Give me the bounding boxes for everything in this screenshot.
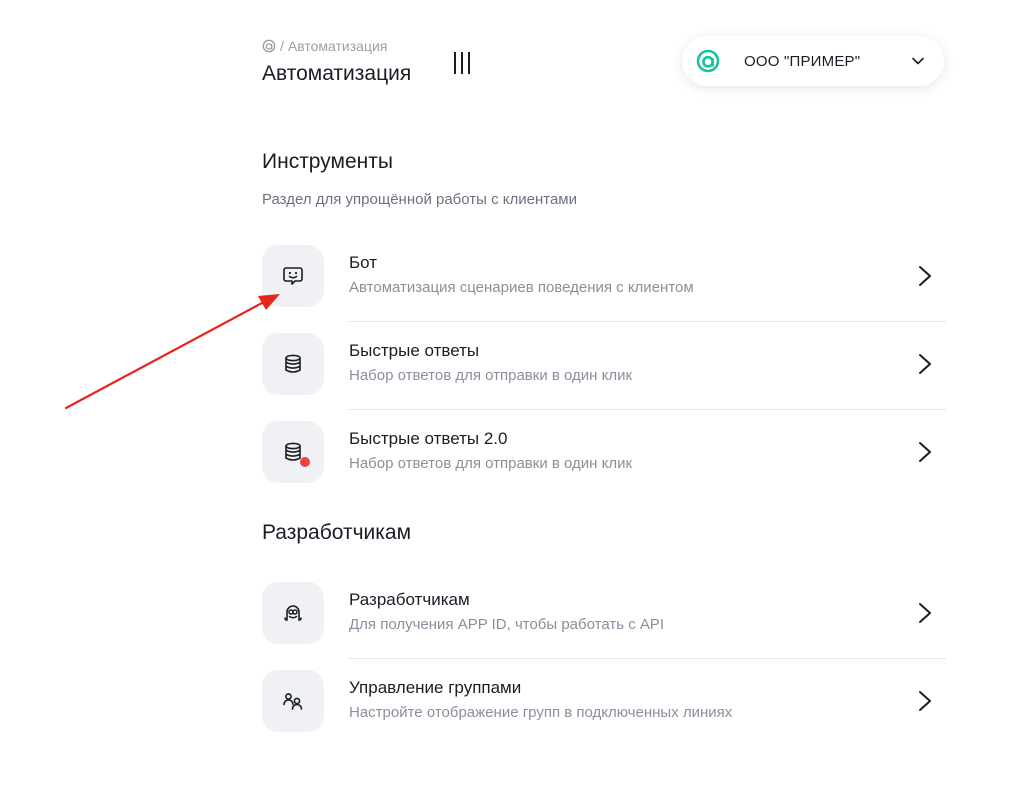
menu-bar [461,52,463,74]
organization-name: ООО "ПРИМЕР" [744,52,861,70]
item-title: Бот [349,253,378,272]
item-title: Быстрые ответы [349,341,480,360]
breadcrumb: / Автоматизация [262,38,387,54]
tools-section-description: Раздел для упрощённой работы с клиентами [262,191,577,208]
item-subtitle: Автоматизация сценариев поведения с клие… [349,279,694,296]
chevron-right-icon [919,442,931,462]
menu-item-developers[interactable]: Разработчикам Для получения APP ID, чтоб… [262,582,946,659]
dev-section-title: Разработчикам [262,521,412,544]
new-badge-dot [300,457,310,467]
chevron-down-icon [912,57,924,65]
chevron-right-icon [919,603,931,623]
item-divider [348,321,946,322]
menu-item-bot[interactable]: Бот Автоматизация сценариев поведения с … [262,245,946,322]
home-logo-icon[interactable] [262,39,276,53]
menu-item-quick-answers[interactable]: Быстрые ответы Набор ответов для отправк… [262,333,946,410]
item-subtitle: Набор ответов для отправки в один клик [349,367,633,384]
item-subtitle: Настройте отображение групп в подключенн… [349,704,733,721]
developer-icon-container [262,582,324,644]
breadcrumb-separator: / [280,38,284,54]
item-title: Управление группами [349,678,522,697]
bot-icon-container [262,245,324,307]
users-group-icon [283,693,303,710]
breadcrumb-current: Автоматизация [287,38,388,54]
item-title: Быстрые ответы 2.0 [349,429,508,448]
organization-select[interactable]: ООО "ПРИМЕР" [682,36,944,86]
item-title: Разработчикам [349,590,470,609]
developer-mascot-icon [284,605,302,621]
users-group-icon-container [262,670,324,732]
chevron-right-icon [919,354,931,374]
item-divider [348,658,946,659]
database-icon [285,354,301,373]
menu-bar [454,52,456,74]
menu-toggle-button[interactable] [454,52,480,74]
organization-logo-icon [696,49,720,73]
item-subtitle: Набор ответов для отправки в один клик [349,455,633,472]
menu-bar [468,52,470,74]
menu-item-quick-answers-2[interactable]: Быстрые ответы 2.0 Набор ответов для отп… [262,421,946,485]
item-divider [348,409,946,410]
page-title: Автоматизация [262,62,412,85]
bot-icon [283,267,303,285]
menu-item-group-management[interactable]: Управление группами Настройте отображени… [262,670,946,734]
chevron-right-icon [919,266,931,286]
database-icon-container [262,333,324,395]
database-new-icon-container [262,421,324,483]
chevron-right-icon [919,691,931,711]
item-subtitle: Для получения APP ID, чтобы работать с A… [349,616,665,633]
tools-section-title: Инструменты [262,150,393,173]
